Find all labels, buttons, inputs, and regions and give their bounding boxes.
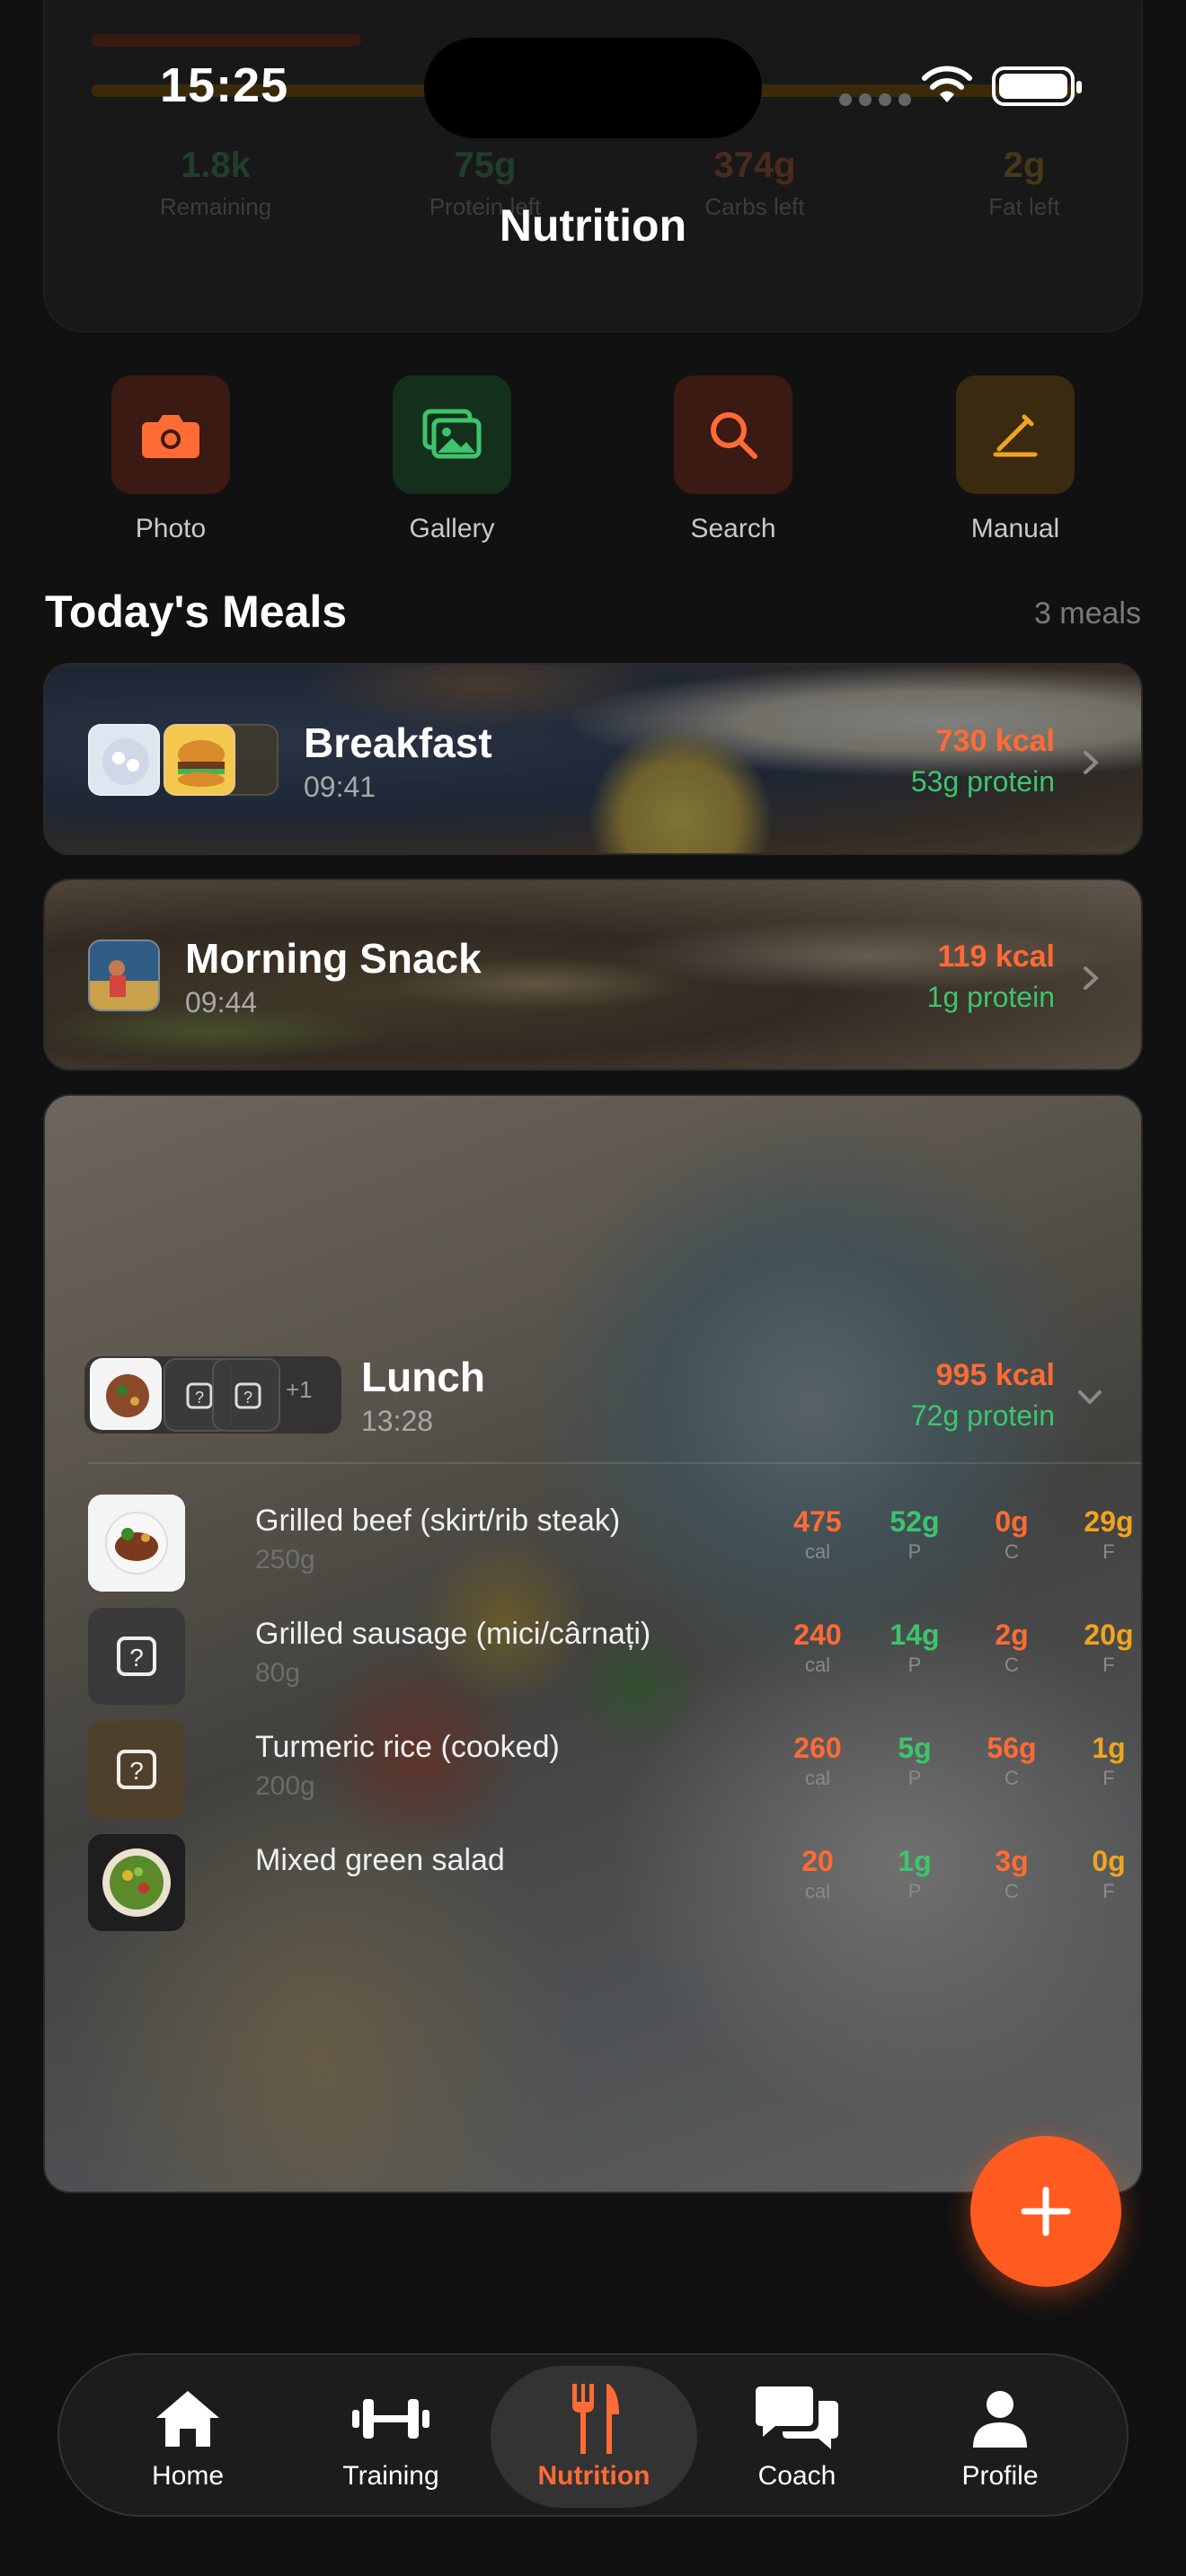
macro-fat: 29g F (1084, 1505, 1134, 1563)
photo-action-button[interactable]: Photo (90, 375, 252, 544)
food-weight: 250g (255, 1545, 315, 1575)
page-title: Nutrition (499, 200, 687, 251)
search-action-button[interactable]: Search (652, 375, 814, 544)
food-photo-placeholder-icon: ? (88, 1608, 185, 1705)
macro-calories: 475 cal (793, 1505, 842, 1563)
macro-fat: 20g F (1084, 1619, 1134, 1676)
quick-actions: Photo Gallery Search Manual (0, 375, 1186, 555)
battery-icon (992, 66, 1082, 106)
macro-calories: 20 cal (801, 1845, 834, 1902)
food-photo (88, 1495, 185, 1592)
food-item[interactable]: ? Turmeric rice (cooked) 200g 260 cal 5g P… (88, 1721, 1141, 1820)
extra-photos-count: +1 (286, 1376, 313, 1403)
dumbbell-icon (352, 2399, 429, 2439)
cellular-signal-icon (839, 93, 911, 106)
macro-calories: 240 cal (793, 1619, 842, 1676)
food-weight: 200g (255, 1771, 315, 1801)
meal-kcal: 730 kcal (935, 724, 1055, 758)
macro-protein: 1g P (898, 1845, 932, 1902)
food-name: Turmeric rice (cooked) (255, 1730, 560, 1764)
macro-carbs: 3g C (995, 1845, 1029, 1902)
eggs-photo-thumb (88, 724, 160, 796)
chat-icon (756, 2386, 838, 2449)
tab-coach[interactable]: Coach (694, 2366, 900, 2508)
macro-carbs: 2g C (995, 1619, 1029, 1676)
food-item[interactable]: ? Grilled sausage (mici/cârnați) 80g 240… (88, 1608, 1141, 1707)
tab-nutrition[interactable]: Nutrition (491, 2366, 697, 2508)
svg-text:?: ? (129, 1757, 144, 1785)
calorie-progress-bar (92, 34, 361, 47)
chevron-right-icon (1084, 751, 1099, 774)
person-icon (973, 2391, 1027, 2448)
plus-icon (1021, 2186, 1071, 2236)
food-name: Mixed green salad (255, 1843, 505, 1877)
todays-meals-heading: Today's Meals (45, 587, 348, 637)
food-photo-placeholder-icon: ? (88, 1721, 185, 1818)
meal-protein: 53g protein (910, 765, 1055, 798)
meal-kcal: 119 kcal (937, 940, 1055, 974)
gallery-icon (422, 409, 482, 459)
fork-knife-icon (572, 2384, 619, 2454)
meal-card-morning-snack[interactable]: Morning Snack 09:44 119 kcal 1g protein (43, 878, 1143, 1071)
dynamic-island (424, 38, 762, 138)
macro-fat: 1g F (1092, 1732, 1126, 1789)
macro-carbs: 0g C (995, 1505, 1029, 1563)
meal-time: 09:44 (185, 986, 258, 1019)
meal-kcal: 995 kcal (935, 1358, 1055, 1392)
food-weight: 80g (255, 1658, 301, 1688)
status-time: 15:25 (160, 58, 289, 112)
svg-text:?: ? (195, 1389, 204, 1407)
food-photo (88, 1834, 185, 1931)
snack-photo-thumb (88, 940, 160, 1011)
food-item[interactable]: Grilled beef (skirt/rib steak) 250g 475 c… (88, 1495, 1141, 1593)
pencil-icon (993, 414, 1038, 457)
lunch-photo-thumb (90, 1358, 162, 1430)
meal-card-lunch[interactable]: ? ? +1 Lunch 13:28 995 kcal 72g protein … (43, 1094, 1143, 2193)
macro-protein: 14g P (890, 1619, 940, 1676)
meal-time: 13:28 (361, 1405, 434, 1437)
burger-photo-thumb (164, 724, 235, 796)
tab-profile[interactable]: Profile (897, 2366, 1103, 2508)
tab-bar: Home Training Nutrition Coach Profile (58, 2353, 1128, 2517)
macro-fat: 0g F (1092, 1845, 1126, 1902)
meal-photo-placeholder: ? (212, 1358, 280, 1432)
home-icon (156, 2391, 219, 2447)
food-name: Grilled sausage (mici/cârnați) (255, 1617, 651, 1651)
manual-action-button[interactable]: Manual (934, 375, 1096, 544)
chevron-right-icon (1084, 966, 1099, 990)
meal-protein: 1g protein (926, 981, 1055, 1013)
search-icon (711, 412, 757, 459)
meal-name: Breakfast (304, 719, 492, 766)
svg-text:?: ? (129, 1644, 144, 1672)
tab-home[interactable]: Home (84, 2366, 291, 2508)
food-item[interactable]: Mixed green salad 20 cal 1g P 3g C 0g F (88, 1834, 1141, 1933)
meal-time: 09:41 (304, 771, 376, 803)
divider (88, 1462, 1141, 1464)
svg-text:?: ? (243, 1389, 252, 1407)
gallery-action-button[interactable]: Gallery (371, 375, 533, 544)
add-meal-button[interactable] (970, 2136, 1121, 2287)
food-name: Grilled beef (skirt/rib steak) (255, 1504, 621, 1538)
chevron-down-icon[interactable] (1076, 1383, 1103, 1410)
tab-training[interactable]: Training (288, 2366, 494, 2508)
camera-icon (142, 415, 199, 458)
meal-name: Lunch (361, 1354, 485, 1400)
macro-calories: 260 cal (793, 1732, 842, 1789)
wifi-icon (922, 66, 972, 102)
meal-name: Morning Snack (185, 935, 482, 982)
macro-protein: 52g P (890, 1505, 940, 1563)
macro-protein: 5g P (898, 1732, 932, 1789)
meal-count: 3 meals (1033, 596, 1141, 631)
meal-card-breakfast[interactable]: Breakfast 09:41 730 kcal 53g protein (43, 663, 1143, 855)
meal-protein: 72g protein (910, 1399, 1055, 1432)
macro-carbs: 56g C (987, 1732, 1037, 1789)
